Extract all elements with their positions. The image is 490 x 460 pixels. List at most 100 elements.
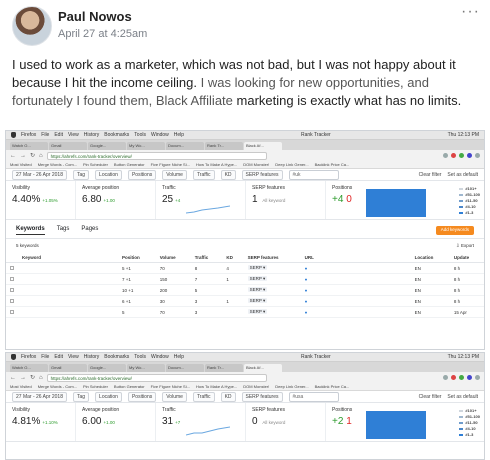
filter: Tag	[72, 391, 90, 402]
bookmark: Button Generator	[113, 384, 145, 389]
menu-item: Window	[150, 354, 169, 360]
filter: Volume	[162, 391, 187, 402]
column-header: Keyword	[18, 253, 118, 263]
back-icon: ←	[10, 374, 16, 381]
tab-pages: Pages	[81, 226, 99, 232]
mac-menubar: Firefox File Edit View History Bookmarks…	[6, 353, 484, 362]
attached-screenshot-2[interactable]: Firefox File Edit View History Bookmarks…	[5, 352, 485, 460]
cell-url: ●	[300, 262, 411, 274]
bookmark: Backlink Price Ca...	[314, 384, 350, 389]
browser-tab: My Wo...	[127, 364, 165, 372]
extension-icon	[467, 375, 472, 380]
add-keywords-button: Add keywords	[435, 226, 474, 235]
positions-down: 1	[346, 416, 352, 427]
mac-menubar: Firefox File Edit View History Bookmarks…	[6, 131, 484, 140]
metric-label: SERP features	[252, 407, 285, 413]
metric-value: 6.80	[82, 194, 102, 205]
metric-positions: Positions +4 0 #101+ #51-100 #11-50 #4-1…	[326, 181, 484, 219]
cell-volume: 150	[155, 273, 191, 285]
bookmark: Five Figure Niche Si...	[150, 162, 190, 167]
bookmark: Deep Link Gener...	[275, 162, 309, 167]
bookmark: Five Figure Niche Si...	[150, 384, 190, 389]
bookmark: Pin Scheduler	[83, 162, 108, 167]
browser-tab: Google...	[88, 142, 126, 150]
browser-tab: Watch O...	[10, 142, 48, 150]
more-options-icon[interactable]: ···	[461, 3, 480, 21]
extension-icons	[443, 375, 480, 380]
table-row: 5 70 3 SERP ▾ ● EN 15 Apr	[6, 306, 484, 318]
filter: Positions	[127, 391, 157, 402]
cell-update: 15 Apr	[449, 306, 484, 318]
metric-change: +1.00	[103, 420, 115, 425]
metric-change: +1.05%	[42, 198, 58, 203]
post-text-highlight: Black Affiliate	[155, 93, 233, 108]
post-text-part: marketing is exactly what has no limits.	[232, 93, 462, 108]
filter-row: 27 Mar - 26 Apr 2018 Tag Location Positi…	[6, 169, 484, 181]
cell-location: EN	[410, 284, 450, 296]
cell-kd: 4	[222, 262, 244, 274]
author-name[interactable]: Paul Nowos	[58, 9, 132, 24]
author-avatar[interactable]	[12, 6, 52, 46]
column-header: Position	[118, 253, 156, 263]
row-checkbox	[10, 276, 14, 281]
bookmark: Merge Words - Com...	[37, 162, 77, 167]
bookmark: Most Visited	[10, 162, 32, 167]
home-icon: ⌂	[39, 152, 43, 159]
extension-icon	[459, 375, 464, 380]
bookmark: Pin Scheduler	[83, 384, 108, 389]
reload-icon: ↻	[30, 375, 36, 381]
filter: Location	[95, 391, 122, 402]
extension-icons	[443, 153, 480, 158]
menu-item: Help	[173, 354, 185, 360]
browser-tabs: Watch O... Gmail Google... My Wo... Docu…	[6, 362, 484, 372]
menu-item: Help	[173, 132, 185, 138]
attached-screenshot-1[interactable]: Firefox File Edit View History Bookmarks…	[5, 130, 485, 350]
metric-traffic: Traffic 25 +4	[156, 181, 246, 219]
metric-label: Traffic	[162, 407, 176, 413]
browser-tab: Docum...	[166, 142, 204, 150]
menu-item: Window	[150, 132, 169, 138]
cell-volume: 70	[155, 262, 191, 274]
row-checkbox	[10, 265, 14, 270]
positions-up: +4	[332, 194, 344, 205]
metric-value: 1	[252, 194, 258, 205]
column-header: Update	[449, 253, 484, 263]
bookmark: Most Visited	[10, 384, 32, 389]
menu-item: Bookmarks	[104, 132, 130, 138]
bookmark: DOM Monster!	[243, 162, 270, 167]
legend-item: #51-100	[465, 414, 480, 419]
serp-pill: SERP ▾	[247, 287, 268, 292]
cell-position: 6 +1	[118, 295, 156, 307]
apple-icon	[11, 132, 16, 138]
browser-tabs: Watch O... Gmail Google... My Wo... Docu…	[6, 140, 484, 150]
positions-legend: #101+ #51-100 #11-50 #4-10 #1-3	[459, 408, 480, 438]
metric-note: All keyword	[262, 198, 286, 203]
positions-up: +2	[332, 416, 344, 427]
filter: Volume	[162, 169, 187, 180]
metric-average-position: Average position 6.00 +1.00	[76, 403, 156, 441]
bookmark: Button Generator	[113, 162, 145, 167]
post-date[interactable]: April 27 at 4:25am	[58, 28, 147, 40]
extension-icon	[475, 153, 480, 158]
menu-item: Edit	[54, 354, 63, 360]
browser-tab: Gmail	[49, 364, 87, 372]
cell-kd	[222, 306, 244, 318]
extension-icon	[451, 153, 456, 158]
bookmark: Backlink Price Ca...	[314, 162, 350, 167]
menu-item: History	[83, 354, 100, 360]
metric-label: SERP features	[252, 185, 285, 191]
metric-label: Visibility	[12, 185, 30, 191]
cell-kd	[222, 284, 244, 296]
serp-pill: SERP ▾	[247, 265, 268, 270]
cell-position: 5	[118, 306, 156, 318]
metric-value: 4.40%	[12, 194, 41, 205]
cell-location: EN	[410, 295, 450, 307]
export-button: ⇩ Export	[456, 243, 474, 249]
metric-average-position: Average position 6.80 +1.00	[76, 181, 156, 219]
browser-nav-row: ← → ↻ ⌂ https://ahrefs.com/rank-tracker/…	[6, 150, 484, 161]
set-default: Set as default	[447, 393, 478, 400]
export-icon: ⇩	[455, 243, 460, 248]
cell-traffic: 3	[190, 295, 223, 307]
forward-icon: →	[20, 152, 26, 159]
cell-volume: 70	[155, 306, 191, 318]
